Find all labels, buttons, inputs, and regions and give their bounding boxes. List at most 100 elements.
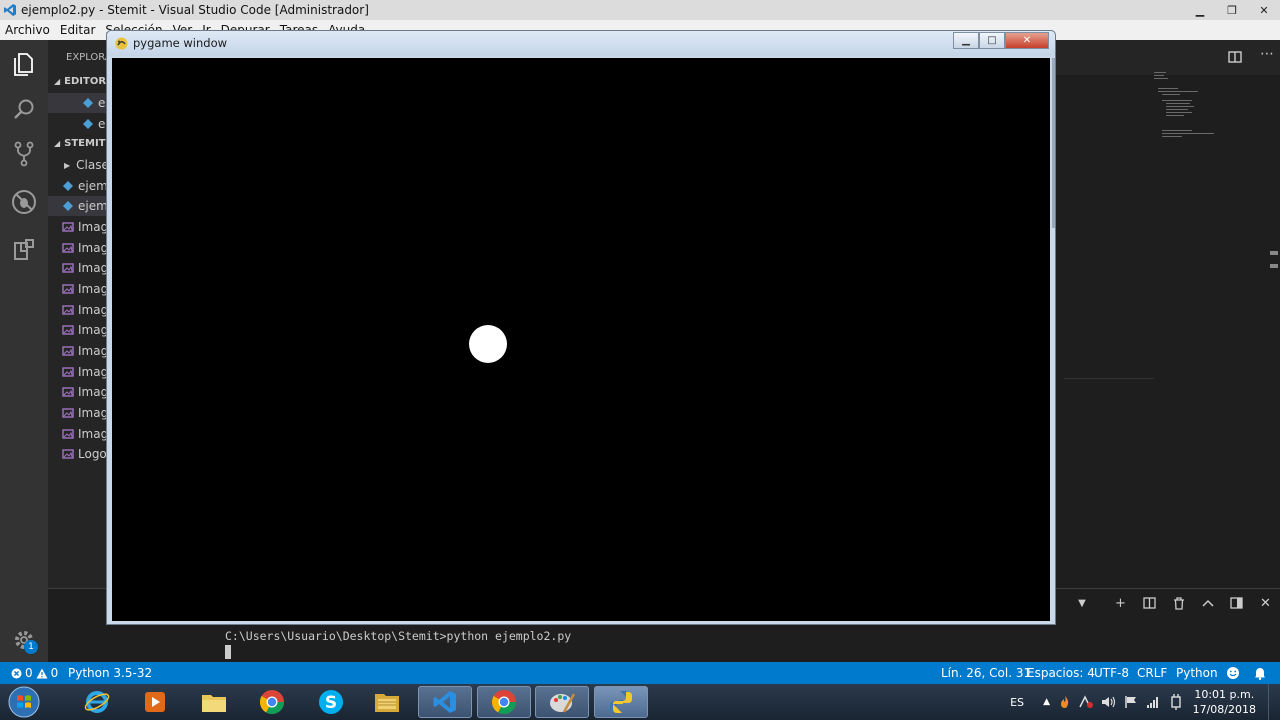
editor-divider — [1064, 378, 1154, 379]
python-taskbar-icon[interactable] — [594, 686, 648, 718]
toggle-panel-icon[interactable] — [1222, 592, 1251, 614]
extensions-icon[interactable] — [10, 236, 38, 264]
tree-item-image[interactable]: Imag — [48, 382, 110, 402]
image-file-icon — [62, 283, 74, 295]
editor-scrollbar[interactable] — [1268, 76, 1280, 588]
show-hidden-icons-icon[interactable]: ▲ — [1043, 684, 1050, 720]
signal-strength-icon[interactable] — [1146, 684, 1160, 720]
feedback-smiley-icon[interactable] — [1226, 662, 1240, 684]
python-file-icon — [62, 180, 74, 192]
pygame-window[interactable]: pygame window ▁ □ ✕ — [106, 30, 1056, 625]
open-editor-item[interactable]: e — [48, 93, 110, 113]
source-control-icon[interactable] — [10, 140, 38, 168]
python-file-icon — [62, 200, 74, 212]
tree-item-image[interactable]: Imag — [48, 341, 110, 361]
tree-item-image[interactable]: Imag — [48, 238, 110, 258]
chrome-window-icon[interactable] — [477, 686, 531, 718]
file-explorer-icon[interactable] — [360, 686, 414, 718]
media-player-icon[interactable] — [128, 686, 182, 718]
tree-item-image[interactable]: Imag — [48, 300, 110, 320]
power-plug-icon[interactable] — [1170, 684, 1182, 720]
chrome-icon[interactable] — [245, 686, 299, 718]
fire-tray-icon[interactable] — [1058, 684, 1072, 720]
python-file-icon — [82, 97, 94, 109]
search-icon[interactable] — [10, 96, 38, 124]
cursor-position[interactable]: Lín. 26, Col. 31 — [941, 662, 1031, 684]
clock-date: 17/08/2018 — [1192, 703, 1256, 716]
paint-icon[interactable] — [535, 686, 589, 718]
chevron-down-icon: ◢ — [54, 139, 61, 148]
tree-item-image[interactable]: Imag — [48, 424, 110, 444]
action-center-flag-icon[interactable] — [1124, 684, 1138, 720]
tree-item-image[interactable]: Imag — [48, 362, 110, 382]
tree-item-image[interactable]: Logo — [48, 444, 110, 464]
more-actions-icon[interactable]: ⋯ — [1260, 46, 1275, 62]
kill-terminal-icon[interactable] — [1164, 592, 1193, 614]
image-file-icon — [62, 242, 74, 254]
image-file-icon — [62, 448, 74, 460]
sticky-folder-icon[interactable] — [187, 686, 241, 718]
pygame-maximize-button[interactable]: □ — [979, 32, 1005, 49]
close-panel-icon[interactable]: ✕ — [1251, 592, 1280, 614]
windows-logo-icon — [8, 686, 40, 718]
open-editors-section[interactable]: ◢ EDITORES ABIERTOS — [54, 76, 110, 87]
status-bar: 0 0 Python 3.5-32 Lín. 26, Col. 31 Espac… — [0, 662, 1280, 684]
notification-badge: 1 — [24, 640, 38, 654]
tree-item-image[interactable]: Imag — [48, 217, 110, 237]
minimize-button[interactable]: ▁ — [1184, 0, 1216, 20]
split-editor-icon[interactable] — [1228, 50, 1242, 64]
python-interpreter[interactable]: Python 3.5-32 — [68, 662, 152, 684]
language-mode[interactable]: Python — [1176, 662, 1218, 684]
skype-icon[interactable]: S — [304, 686, 358, 718]
tree-item-image[interactable]: Imag — [48, 403, 110, 423]
indentation[interactable]: Espacios: 4 — [1027, 662, 1095, 684]
maximize-panel-icon[interactable] — [1193, 592, 1222, 614]
internet-explorer-icon[interactable] — [70, 686, 124, 718]
image-file-icon — [62, 366, 74, 378]
close-button[interactable]: ✕ — [1248, 0, 1280, 20]
tree-item-python-selected[interactable]: ejem — [48, 196, 110, 216]
tree-item-image[interactable]: Imag — [48, 279, 110, 299]
debug-icon[interactable] — [10, 188, 38, 216]
tree-item-python[interactable]: ejem — [48, 176, 110, 196]
menu-editar[interactable]: Editar — [55, 23, 101, 37]
show-desktop-button[interactable] — [1268, 684, 1280, 720]
image-file-icon — [62, 407, 74, 419]
vscode-logo-icon — [4, 4, 16, 16]
terminal-command-line: C:\Users\Usuario\Desktop\Stemit>python e… — [225, 629, 572, 643]
pygame-titlebar[interactable]: pygame window ▁ □ ✕ — [107, 31, 1055, 56]
new-terminal-icon[interactable]: + — [1106, 592, 1135, 614]
clock[interactable]: 10:01 p.m. 17/08/2018 — [1193, 687, 1256, 717]
input-language[interactable]: ES — [1010, 684, 1024, 720]
pygame-snake-icon — [115, 37, 128, 50]
split-terminal-icon[interactable] — [1135, 592, 1164, 614]
start-button[interactable] — [4, 685, 44, 719]
end-of-line[interactable]: CRLF — [1137, 662, 1167, 684]
menu-archivo[interactable]: Archivo — [0, 23, 55, 37]
problems-indicator[interactable]: 0 0 — [11, 662, 58, 684]
network-error-icon[interactable] — [1078, 684, 1094, 720]
white-ball — [469, 325, 507, 363]
pygame-close-button[interactable]: ✕ — [1005, 32, 1049, 49]
encoding[interactable]: UTF-8 — [1094, 662, 1129, 684]
image-file-icon — [62, 386, 74, 398]
image-file-icon — [62, 345, 74, 357]
project-section[interactable]: ◢ STEMIT — [54, 138, 106, 149]
terminal-select-dropdown[interactable]: ▼ — [1070, 593, 1094, 613]
pygame-minimize-button[interactable]: ▁ — [953, 32, 979, 49]
pygame-canvas[interactable] — [112, 58, 1050, 621]
notifications-bell-icon[interactable] — [1254, 662, 1266, 684]
volume-icon[interactable] — [1101, 684, 1116, 720]
window-title: ejemplo2.py - Stemit - Visual Studio Cod… — [21, 3, 369, 17]
tree-item-image[interactable]: Imag — [48, 258, 110, 278]
explorer-icon[interactable] — [10, 50, 38, 78]
vscode-taskbar-icon[interactable] — [418, 686, 472, 718]
pygame-scroll-artifact — [1052, 58, 1055, 228]
open-editor-item[interactable]: e — [48, 114, 110, 134]
python-file-icon — [82, 118, 94, 130]
tree-item-image[interactable]: Imag — [48, 320, 110, 340]
minimap[interactable] — [1150, 70, 1230, 150]
restore-button[interactable]: ❐ — [1216, 0, 1248, 20]
tree-item-folder[interactable]: ▶ Clase — [48, 155, 110, 175]
warning-icon — [36, 668, 48, 678]
